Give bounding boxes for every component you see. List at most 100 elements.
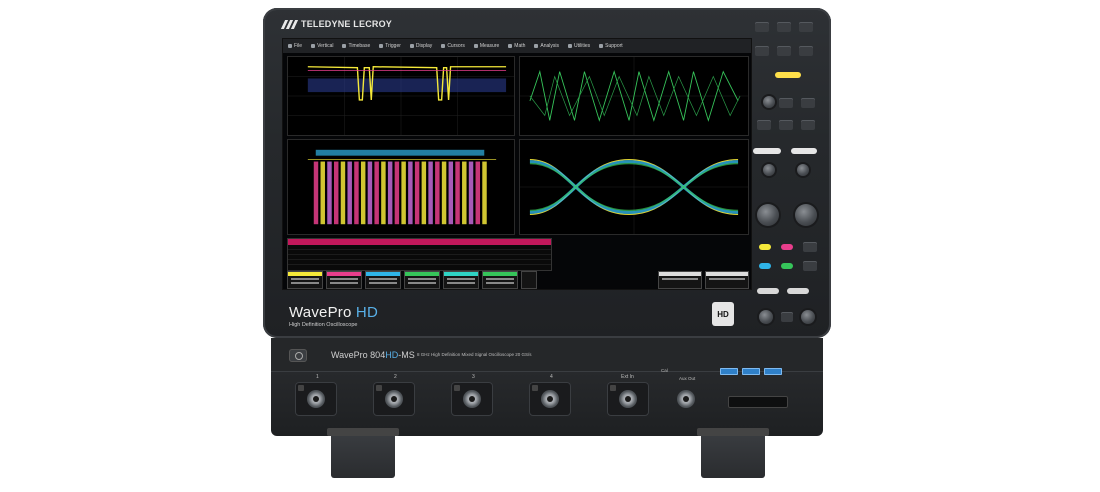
menu-bar: File Vertical Timebase Trigger Display Cursor… <box>283 39 751 53</box>
display-screen[interactable]: File Vertical Timebase Trigger Display Cursor… <box>282 38 752 290</box>
usb-port-3[interactable] <box>764 368 782 375</box>
decode-bar <box>320 161 325 225</box>
trigger-setup-button[interactable] <box>757 120 771 130</box>
single-trigger-button[interactable] <box>779 120 793 130</box>
decode-bar <box>475 161 481 225</box>
channel-descriptor-2[interactable] <box>326 271 362 289</box>
timebase-knob[interactable] <box>757 204 779 226</box>
horizontal-section-label <box>753 148 781 154</box>
decode-bar <box>462 161 467 225</box>
power-button[interactable] <box>289 349 307 362</box>
menu-icon <box>441 44 446 48</box>
cursor-adjust-knob[interactable] <box>801 310 815 324</box>
menu-label: Support <box>605 43 623 49</box>
usb-port-2[interactable] <box>742 368 760 375</box>
aux-out-label: Aux Out <box>679 376 696 381</box>
decode-bar <box>414 161 420 225</box>
menu-icon <box>311 44 316 48</box>
menu-label: File <box>294 43 303 49</box>
menu-label: Measure <box>479 43 500 49</box>
channel-3-button[interactable] <box>759 263 771 269</box>
waveform-trace-3 <box>307 149 497 225</box>
menu-label: Math <box>514 43 526 49</box>
menu-analysis[interactable]: Analysis <box>534 43 559 49</box>
channel-1-button[interactable] <box>759 244 771 250</box>
auto-trigger-button[interactable] <box>779 98 793 108</box>
channel-descriptor-1[interactable] <box>287 271 323 289</box>
user-button[interactable] <box>799 46 813 56</box>
decode-bar <box>441 161 447 225</box>
normal-trigger-button[interactable] <box>801 98 815 108</box>
front-bezel: TELEDYNE LECROY File Vertical Timebase Trig… <box>263 8 831 338</box>
math-button[interactable] <box>803 242 817 252</box>
right-foot <box>697 428 769 478</box>
math-descriptor-1[interactable] <box>443 271 479 289</box>
stop-trigger-button[interactable] <box>801 120 815 130</box>
channel-1-input[interactable] <box>295 382 337 416</box>
menu-label: Vertical <box>317 43 334 49</box>
memory-button[interactable] <box>803 261 817 271</box>
menu-icon <box>568 44 573 48</box>
channel-2-input[interactable] <box>373 382 415 416</box>
aux-out-connector[interactable] <box>665 382 707 416</box>
waveform-trace-2 <box>520 57 748 135</box>
decode-bar <box>360 161 366 225</box>
touch-screen-button[interactable] <box>755 46 769 56</box>
menu-math[interactable]: Math <box>508 43 525 49</box>
menu-label: Utilities <box>574 43 591 49</box>
usb-port-1[interactable] <box>720 368 738 375</box>
decode-table[interactable] <box>287 238 552 271</box>
waveform-panel-2[interactable] <box>519 56 749 136</box>
menu-utilities[interactable]: Utilities <box>568 43 590 49</box>
menu-label: Timebase <box>348 43 371 49</box>
external-input[interactable] <box>607 382 649 416</box>
waveform-panel-3[interactable] <box>287 139 515 235</box>
cursor-position-knob[interactable] <box>759 310 773 324</box>
menu-measure[interactable]: Measure <box>473 43 500 49</box>
channel-descriptor-3[interactable] <box>365 271 401 289</box>
horizontal-delay-knob[interactable] <box>763 164 775 176</box>
front-control-panel <box>751 16 823 326</box>
decode-bar <box>448 161 454 225</box>
channel-descriptor-4[interactable] <box>404 271 440 289</box>
model-name: WavePro HD <box>289 304 378 321</box>
menu-cursors[interactable]: Cursors <box>441 43 465 49</box>
decode-bar <box>435 161 440 225</box>
save-button[interactable] <box>777 46 791 56</box>
menu-timebase[interactable]: Timebase <box>342 43 370 49</box>
menu-display[interactable]: Display <box>409 43 432 49</box>
add-descriptor[interactable] <box>521 271 537 289</box>
menu-support[interactable]: Support <box>599 43 623 49</box>
zoom-position-knob[interactable] <box>797 164 809 176</box>
chassis-description: 8 GHz High Definition Mixed Signal Oscil… <box>417 352 532 357</box>
menu-trigger[interactable]: Trigger <box>379 43 401 49</box>
zoom-scale-knob[interactable] <box>795 204 817 226</box>
model-strip: WavePro 804HD-MS 8 GHz High Definition M… <box>271 338 823 372</box>
channel-4-input[interactable] <box>529 382 571 416</box>
digital-probe-connector[interactable] <box>728 396 788 408</box>
cursor-type-button[interactable] <box>781 312 793 322</box>
menu-icon <box>508 44 513 48</box>
timebase-descriptor[interactable] <box>658 271 702 289</box>
waveform-panel-1[interactable] <box>287 56 515 136</box>
auto-setup-button[interactable] <box>755 22 769 32</box>
channel-4-button[interactable] <box>781 263 793 269</box>
logo-icon <box>280 19 299 29</box>
math-section-label <box>791 148 817 154</box>
math-descriptor-2[interactable] <box>482 271 518 289</box>
channel-3-input[interactable] <box>451 382 493 416</box>
default-setup-button[interactable] <box>777 22 791 32</box>
menu-file[interactable]: File <box>288 43 302 49</box>
menu-vertical[interactable]: Vertical <box>311 43 333 49</box>
channel-2-button[interactable] <box>781 244 793 250</box>
decode-bar <box>333 161 339 225</box>
input-label-ext: Ext In <box>621 374 634 380</box>
menu-icon <box>342 44 347 48</box>
trigger-descriptor[interactable] <box>705 271 749 289</box>
clear-sweeps-button[interactable] <box>799 22 813 32</box>
trigger-level-knob[interactable] <box>763 96 775 108</box>
waveform-trace-1 <box>288 57 514 135</box>
table-row[interactable] <box>288 260 551 265</box>
eye-diagram-panel[interactable] <box>519 139 749 235</box>
brand-logo: TELEDYNE LECROY <box>280 19 392 29</box>
